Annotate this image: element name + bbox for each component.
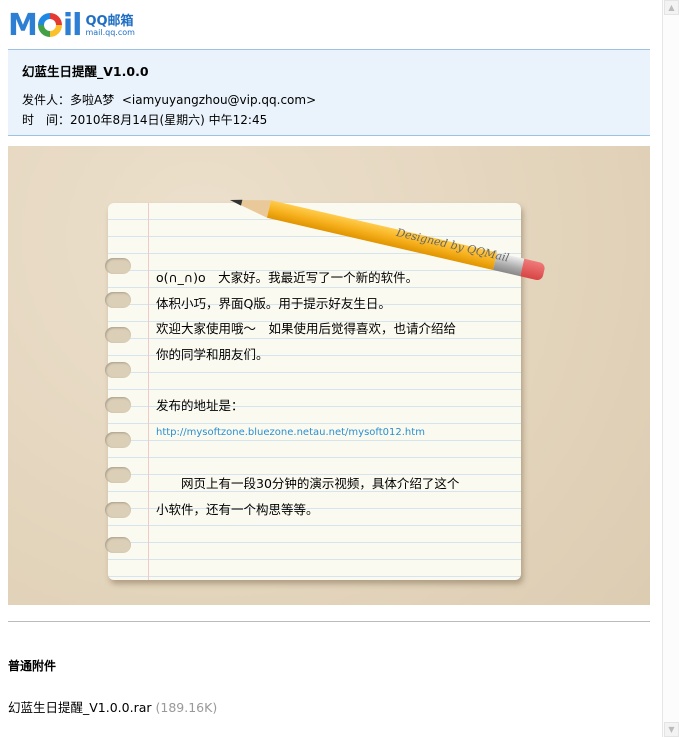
logo-url: mail.qq.com — [85, 27, 135, 37]
email-subject: 幻蓝生日提醒_V1.0.0 — [22, 64, 149, 79]
sender-name[interactable]: 多啦A梦 — [70, 93, 114, 107]
binder-ring-icon — [105, 292, 131, 308]
body-line: 发布的地址是： — [156, 397, 244, 413]
binder-ring-icon — [105, 362, 131, 378]
scroll-down-icon[interactable]: ▼ — [664, 722, 679, 737]
attachments-title: 普通附件 — [8, 659, 57, 673]
sender-address[interactable]: <iamyuyangzhou@vip.qq.com> — [122, 93, 316, 107]
download-link[interactable]: http://mysoftzone.bluezone.netau.net/mys… — [156, 427, 425, 438]
body-line: 小软件，还有一个构思等等。 — [156, 501, 319, 517]
body-line: 体积小巧，界面Q版。用于提示好友生日。 — [156, 295, 391, 311]
binder-ring-icon — [105, 327, 131, 343]
binder-ring-icon — [105, 467, 131, 483]
time-row: 时 间：2010年8月14日(星期六) 中午12:45 — [22, 110, 636, 130]
body-line: o(∩_∩)o 大家好。我最近写了一个新的软件。 — [156, 270, 419, 285]
body-line: 你的同学和朋友们。 — [156, 346, 269, 362]
email-body: o(∩_∩)o 大家好。我最近写了一个新的软件。 体积小巧，界面Q版。用于提示好… — [156, 265, 516, 522]
attachment-item[interactable]: 幻蓝生日提醒_V1.0.0.rar (189.16K) — [8, 697, 217, 716]
divider — [8, 621, 650, 622]
time-value: 2010年8月14日(星期六) 中午12:45 — [70, 113, 268, 127]
binder-ring-icon — [105, 397, 131, 413]
binder-ring-icon — [105, 258, 131, 274]
email-header: 幻蓝生日提醒_V1.0.0 发件人：多啦A梦 <iamyuyangzhou@vi… — [8, 49, 650, 136]
binder-ring-icon — [105, 432, 131, 448]
scroll-up-icon[interactable]: ▲ — [664, 0, 679, 15]
logo-wordmark: Mil — [8, 8, 82, 43]
body-line: 网页上有一段30分钟的演示视频，具体介绍了这个 — [156, 476, 460, 491]
body-line: 欢迎大家使用哦～ 如果使用后觉得喜欢，也请介绍给 — [156, 321, 457, 336]
binder-ring-icon — [105, 502, 131, 518]
attachment-filename[interactable]: 幻蓝生日提醒_V1.0.0.rar — [8, 700, 152, 715]
sender-row: 发件人：多啦A梦 <iamyuyangzhou@vip.qq.com> — [22, 90, 636, 110]
attachment-size: (189.16K) — [155, 700, 218, 715]
logo-product-name: QQ邮箱 — [85, 13, 134, 29]
binder-ring-icon — [105, 537, 131, 553]
qqmail-logo: Mil QQ邮箱 mail.qq.com — [8, 8, 135, 44]
logo-circle-icon — [37, 13, 62, 37]
time-label: 时 间： — [22, 113, 71, 127]
from-label: 发件人： — [22, 93, 71, 107]
vertical-scrollbar[interactable]: ▲ ▼ — [662, 0, 679, 737]
